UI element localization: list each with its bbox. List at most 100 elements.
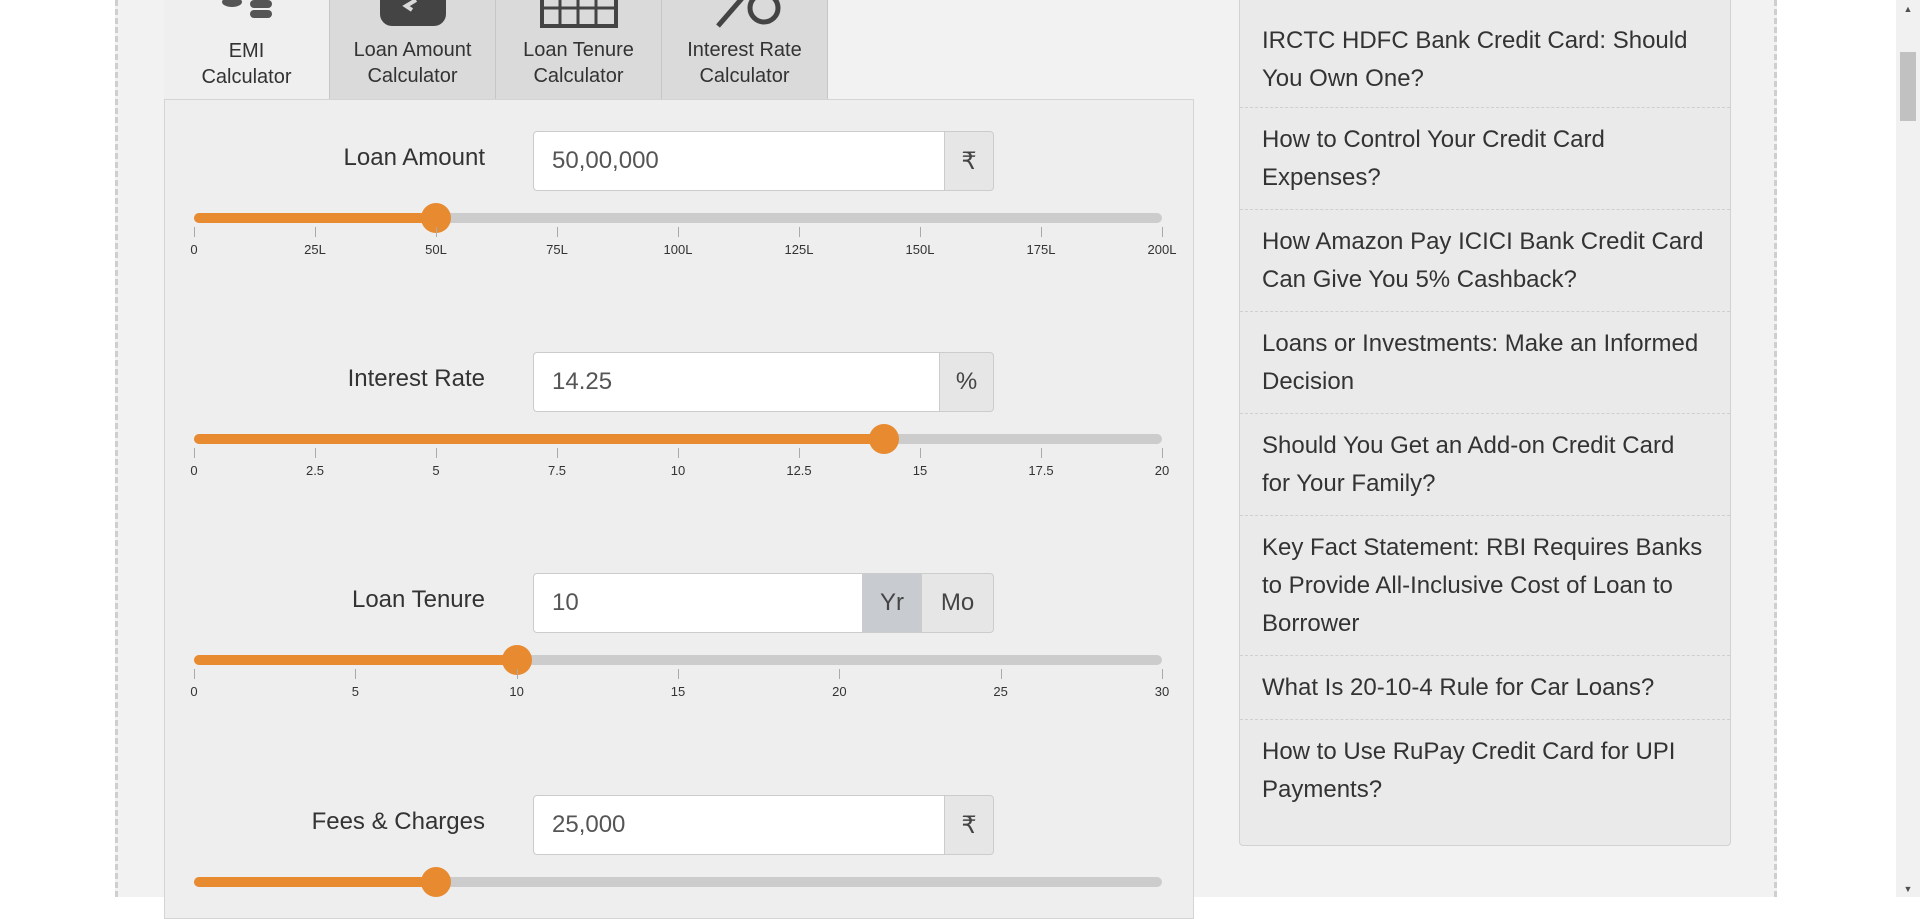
tab-label: Loan Tenure Calculator xyxy=(523,39,634,87)
scale-tick xyxy=(355,669,357,679)
tab-label: EMI Calculator xyxy=(201,40,292,88)
scale-tick xyxy=(194,669,195,679)
coins-icon xyxy=(221,0,272,18)
scale-tick-label: 150L xyxy=(905,242,935,257)
tab-loan-tenure-calculator[interactable]: Loan Tenure Calculator xyxy=(496,0,662,99)
scale-tick-label: 5 xyxy=(432,463,440,478)
scale-tick-label: 0 xyxy=(190,242,198,257)
scale-tick-label: 25L xyxy=(304,242,326,257)
article-link[interactable]: How Amazon Pay ICICI Bank Credit Card Ca… xyxy=(1240,210,1730,312)
scale-tick xyxy=(557,448,558,458)
year-toggle[interactable]: Yr xyxy=(862,573,921,633)
article-link[interactable]: What Is 20-10-4 Rule for Car Loans? xyxy=(1240,656,1730,720)
scale-tick xyxy=(678,227,679,237)
scale-tick xyxy=(557,227,558,237)
related-articles-sidebar: IRCTC HDFC Bank Credit Card: Should You … xyxy=(1239,0,1731,846)
scroll-up-arrow-icon[interactable]: ▲ xyxy=(1896,0,1920,17)
scale-tick xyxy=(315,227,316,237)
slider-handle[interactable] xyxy=(421,867,451,897)
emi-calculator-panel: Loan Amount 50,00,000 ₹ 0 25L 50L 75L 100L 12… xyxy=(164,99,1194,919)
scale-tick-label: 20 xyxy=(1154,463,1170,478)
scale-tick-label: 7.5 xyxy=(547,463,567,478)
fees-charges-slider[interactable] xyxy=(194,867,1162,897)
scroll-down-arrow-icon[interactable]: ▼ xyxy=(1896,880,1920,897)
article-link[interactable]: How to Use RuPay Credit Card for UPI Pay… xyxy=(1240,720,1730,822)
scale-tick-label: 2.5 xyxy=(305,463,325,478)
scale-tick xyxy=(436,227,437,237)
scale-tick xyxy=(1162,448,1163,458)
article-link[interactable]: Key Fact Statement: RBI Requires Banks t… xyxy=(1240,516,1730,656)
calculator-icon xyxy=(379,0,446,26)
scale-tick-label: 12.5 xyxy=(786,463,812,478)
scale-tick xyxy=(1041,448,1042,458)
scale-tick-label: 175L xyxy=(1026,242,1056,257)
month-toggle[interactable]: Mo xyxy=(921,573,994,633)
scale-tick xyxy=(799,448,800,458)
loan-tenure-input-group: 10 Yr Mo xyxy=(533,573,994,633)
slider-fill xyxy=(194,434,884,444)
fees-charges-input[interactable]: 25,000 xyxy=(533,795,944,855)
rupee-addon: ₹ xyxy=(944,131,994,191)
scale-tick xyxy=(799,227,800,237)
loan-amount-input[interactable]: 50,00,000 xyxy=(533,131,944,191)
loan-amount-scale: 0 25L 50L 75L 100L 125L 150L 175L 200L xyxy=(190,227,1176,257)
interest-rate-input[interactable]: 14.25 xyxy=(533,352,939,412)
page-scrollbar[interactable]: ▲ ▼ xyxy=(1896,0,1920,897)
tab-emi-calculator[interactable]: EMI Calculator xyxy=(164,0,330,100)
scale-tick xyxy=(678,669,679,679)
scale-tick-label: 125L xyxy=(784,242,814,257)
article-link[interactable]: Loans or Investments: Make an Informed D… xyxy=(1240,312,1730,414)
article-link[interactable]: Should You Get an Add-on Credit Card for… xyxy=(1240,414,1730,516)
scale-tick xyxy=(839,669,841,679)
scale-tick-label: 50L xyxy=(425,242,447,257)
scale-tick-label: 25 xyxy=(993,684,1008,699)
tab-loan-amount-calculator[interactable]: Loan Amount Calculator xyxy=(330,0,496,99)
scale-tick xyxy=(920,448,921,458)
slider-fill xyxy=(194,655,517,665)
scale-tick-label: 75L xyxy=(546,242,568,257)
scale-tick xyxy=(194,227,195,237)
tab-label: Interest Rate Calculator xyxy=(687,39,802,87)
calendar-icon xyxy=(539,0,618,28)
article-link[interactable]: How to Control Your Credit Card Expenses… xyxy=(1240,108,1730,210)
slider-fill xyxy=(194,877,436,887)
scale-tick xyxy=(1000,669,1002,679)
loan-amount-label: Loan Amount xyxy=(343,144,485,171)
interest-rate-input-group: 14.25 % xyxy=(533,352,994,412)
rupee-addon: ₹ xyxy=(944,795,994,855)
loan-amount-input-group: 50,00,000 ₹ xyxy=(533,131,994,191)
scale-tick xyxy=(678,448,679,458)
fees-charges-input-group: 25,000 ₹ xyxy=(533,795,994,855)
interest-rate-slider[interactable] xyxy=(194,424,1162,454)
loan-amount-slider[interactable] xyxy=(194,203,1162,233)
loan-tenure-label: Loan Tenure xyxy=(351,586,485,613)
scale-tick-label: 100L xyxy=(663,242,693,257)
scale-tick-label: 17.5 xyxy=(1028,463,1054,478)
scale-tick-label: 20 xyxy=(832,684,847,699)
scale-tick xyxy=(1162,669,1163,679)
scale-tick xyxy=(436,448,437,458)
scale-tick xyxy=(516,669,518,679)
scale-tick-label: 200L xyxy=(1147,242,1177,257)
fees-charges-label: Fees & Charges xyxy=(311,808,485,835)
scale-tick xyxy=(1162,227,1163,237)
interest-rate-scale: 0 2.5 5 7.5 10 12.5 15 17.5 20 xyxy=(190,448,1169,478)
percent-addon: % xyxy=(939,352,994,412)
scale-tick-label: 15 xyxy=(912,463,928,478)
loan-tenure-input[interactable]: 10 xyxy=(533,573,862,633)
tab-interest-rate-calculator[interactable]: Interest Rate Calculator xyxy=(662,0,828,99)
loan-tenure-slider[interactable] xyxy=(194,645,1162,675)
calculator-tabs: EMI Calculator Loan Amount Calculator Lo… xyxy=(164,0,828,100)
scrollbar-thumb[interactable] xyxy=(1900,52,1916,121)
scale-tick xyxy=(1041,227,1042,237)
scale-tick xyxy=(315,448,316,458)
loan-tenure-scale: 0 5 10 15 20 25 30 xyxy=(190,669,1169,699)
scale-tick-label: 0 xyxy=(190,463,198,478)
scale-tick-label: 30 xyxy=(1154,684,1170,699)
scale-tick-label: 0 xyxy=(190,684,198,699)
article-link[interactable]: IRCTC HDFC Bank Credit Card: Should You … xyxy=(1240,0,1730,108)
scale-tick-label: 10 xyxy=(509,684,524,699)
scale-tick-label: 15 xyxy=(670,684,686,699)
scale-tick-label: 5 xyxy=(351,684,359,699)
scale-tick xyxy=(194,448,195,458)
